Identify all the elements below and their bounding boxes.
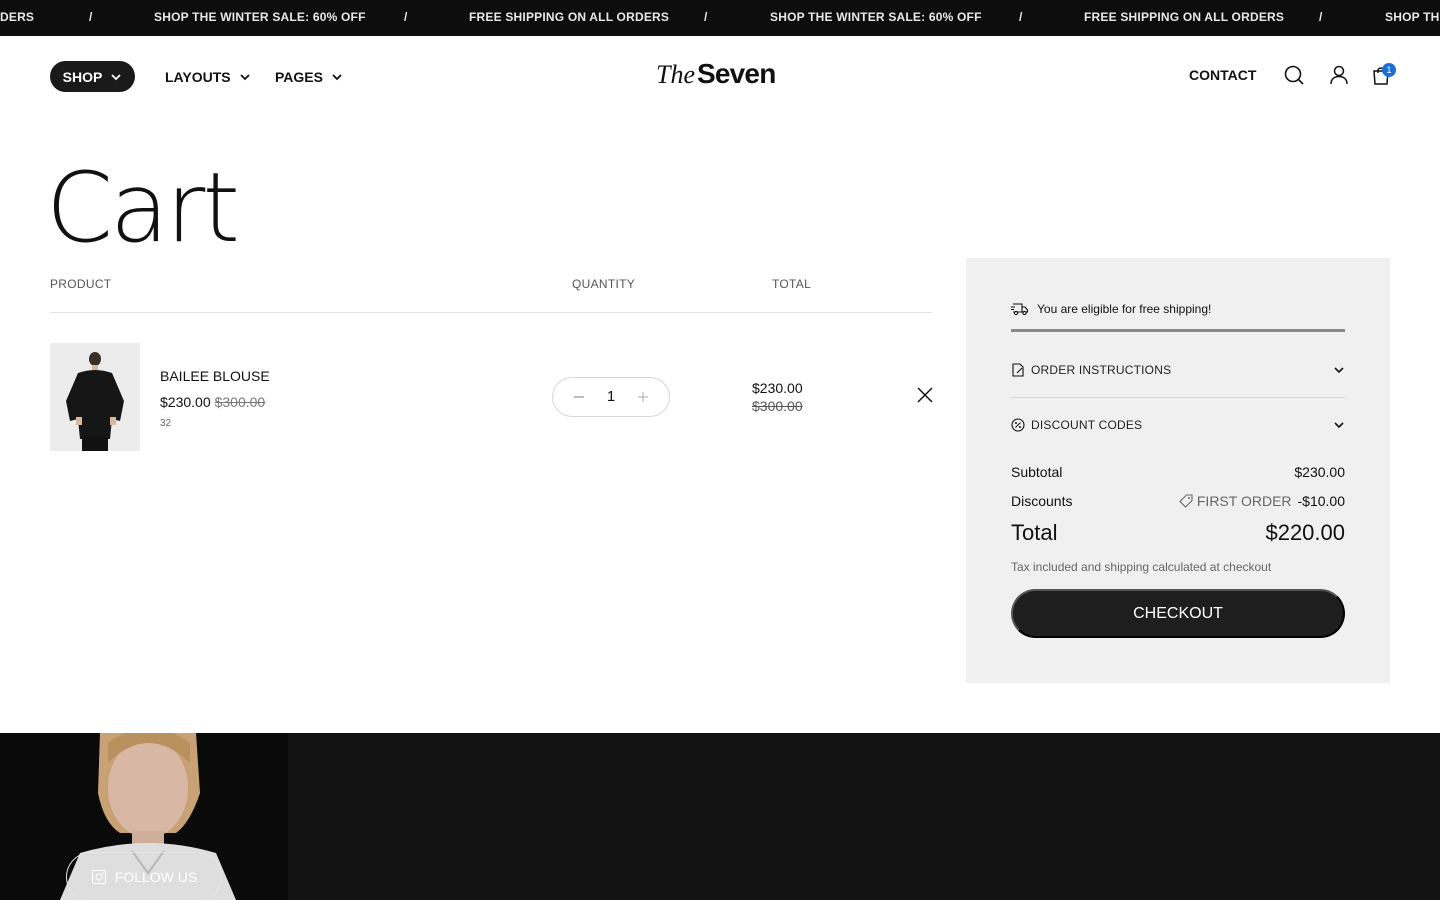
line-compare-total: $300.00: [752, 398, 803, 414]
announcement-text: DERS: [0, 10, 35, 24]
nav-layouts[interactable]: LAYOUTS: [165, 61, 251, 92]
page-title: Cart: [46, 152, 240, 264]
announcement-separator: /: [1319, 10, 1323, 24]
account-icon[interactable]: [1328, 64, 1350, 86]
follow-us-button[interactable]: FOLLOW US: [66, 852, 222, 900]
chevron-down-icon: [1334, 422, 1344, 429]
site-header: SHOP LAYOUTS PAGES The Seven CONTACT 1: [0, 36, 1440, 116]
discount-applied: FIRST ORDER -$10.00: [1179, 493, 1345, 509]
subtotal-row: Subtotal $230.00: [1011, 464, 1345, 480]
discount-icon: [1011, 418, 1025, 432]
truck-icon: [1011, 303, 1029, 316]
product-photo: [50, 343, 140, 451]
tax-note: Tax included and shipping calculated at …: [1011, 560, 1272, 574]
order-summary: You are eligible for free shipping! ORDE…: [966, 258, 1390, 683]
note-icon: [1012, 363, 1024, 377]
free-shipping-message: You are eligible for free shipping!: [1011, 302, 1211, 316]
logo-the: The: [656, 60, 695, 89]
discount-code-name: FIRST ORDER: [1196, 493, 1292, 509]
quantity-input[interactable]: 1: [601, 388, 621, 405]
subtotal-label: Subtotal: [1011, 464, 1063, 480]
minus-icon[interactable]: [569, 387, 589, 407]
shipping-progress-fill: [1011, 329, 1345, 332]
instagram-icon: [91, 869, 106, 885]
chevron-down-icon: [1334, 367, 1344, 374]
column-header-product: PRODUCT: [50, 277, 112, 291]
plus-icon[interactable]: [633, 387, 653, 407]
order-instructions-toggle[interactable]: ORDER INSTRUCTIONS: [1011, 360, 1345, 380]
contact-link[interactable]: CONTACT: [1189, 67, 1256, 83]
column-header-quantity: QUANTITY: [572, 277, 636, 291]
product-price: $230.00 $300.00: [160, 394, 265, 410]
product-sale-price: $230.00: [160, 394, 211, 410]
announcement-text: SHOP THE: [1385, 10, 1440, 24]
announcement-text: SHOP THE WINTER SALE: 60% OFF: [154, 10, 366, 24]
product-variant: 32: [160, 418, 172, 429]
announcement-separator: /: [404, 10, 408, 24]
nav-shop-button[interactable]: SHOP: [50, 61, 135, 92]
nav-shop-label: SHOP: [62, 68, 103, 85]
close-icon[interactable]: [914, 384, 936, 406]
chevron-down-icon: [332, 73, 342, 80]
line-total: $230.00: [752, 380, 803, 396]
product-name-link[interactable]: BAILEE BLOUSE: [160, 368, 270, 384]
free-shipping-text: You are eligible for free shipping!: [1037, 302, 1212, 316]
discount-codes-toggle[interactable]: DISCOUNT CODES: [1011, 415, 1345, 435]
total-row: Total $220.00: [1011, 520, 1345, 546]
nav-pages-label: PAGES: [275, 68, 323, 85]
chevron-down-icon: [111, 73, 121, 80]
table-divider: [50, 312, 932, 313]
total-value: $220.00: [1265, 520, 1345, 545]
discounts-row: Discounts FIRST ORDER -$10.00: [1011, 493, 1345, 509]
shipping-progress-bar: [1011, 329, 1345, 332]
announcement-separator: /: [704, 10, 708, 24]
discounts-label: Discounts: [1011, 493, 1073, 509]
accordion-divider: [1011, 397, 1345, 398]
nav-layouts-label: LAYOUTS: [165, 68, 231, 85]
subtotal-value: $230.00: [1294, 464, 1345, 480]
product-image[interactable]: [50, 343, 140, 451]
column-header-total: TOTAL: [772, 277, 812, 291]
tag-icon: [1179, 494, 1193, 508]
nav-pages[interactable]: PAGES: [275, 61, 343, 92]
product-compare-price: $300.00: [214, 394, 266, 410]
chevron-down-icon: [239, 73, 250, 80]
cart-count-badge: 1: [1382, 63, 1396, 77]
discount-amount: -$10.00: [1297, 493, 1345, 509]
total-label: Total: [1011, 520, 1058, 545]
logo-seven: Seven: [697, 58, 776, 89]
discount-codes-label: DISCOUNT CODES: [1031, 418, 1143, 432]
announcement-text: FREE SHIPPING ON ALL ORDERS: [1084, 10, 1285, 24]
site-footer: FOLLOW US: [0, 733, 1440, 900]
quantity-stepper: 1: [552, 377, 670, 417]
announcement-text: SHOP THE WINTER SALE: 60% OFF: [770, 10, 982, 24]
announcement-separator: /: [1019, 10, 1023, 24]
follow-us-label: FOLLOW US: [114, 869, 198, 885]
announcement-separator: /: [89, 10, 93, 24]
discount-code-tag: FIRST ORDER: [1179, 493, 1292, 509]
announcement-bar: DERS / SHOP THE WINTER SALE: 60% OFF / F…: [0, 0, 1440, 36]
announcement-text: FREE SHIPPING ON ALL ORDERS: [469, 10, 670, 24]
search-icon[interactable]: [1283, 64, 1305, 86]
checkout-button[interactable]: CHECKOUT: [1011, 589, 1345, 638]
site-logo[interactable]: The Seven: [656, 58, 776, 94]
order-instructions-label: ORDER INSTRUCTIONS: [1031, 363, 1172, 377]
